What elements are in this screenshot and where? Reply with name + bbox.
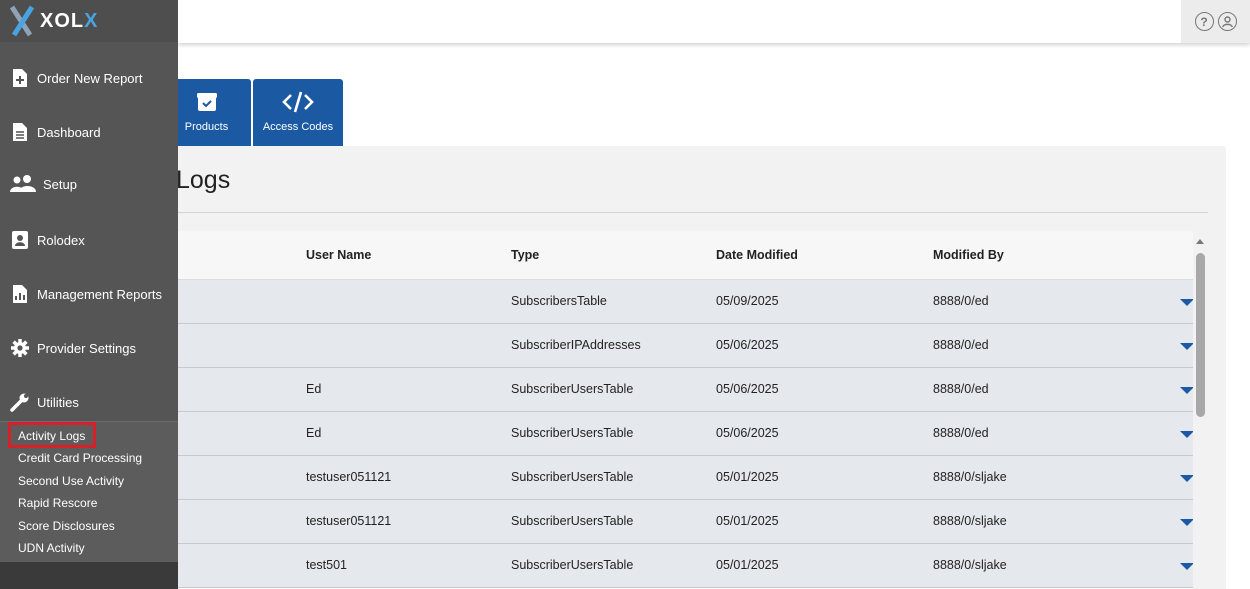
cell-type: SubscribersTable [511, 294, 607, 308]
xolx-logo[interactable]: XOLX [0, 0, 178, 42]
cell-type: SubscriberUsersTable [511, 558, 634, 572]
submenu-item-udn-activity[interactable]: UDN Activity [18, 541, 85, 555]
column-header-user-name[interactable]: User Name [306, 248, 371, 262]
sidebar-item-label: Dashboard [37, 124, 101, 140]
column-header-modified-by[interactable]: Modified By [933, 248, 1004, 262]
column-header-type[interactable]: Type [511, 248, 539, 262]
sidebar-item-label: Setup [43, 176, 77, 192]
sidebar-item-dashboard[interactable]: Dashboard [0, 105, 178, 159]
submenu-item-rapid-rescore[interactable]: Rapid Rescore [18, 496, 97, 510]
cell-user-name: testuser051121 [306, 514, 392, 528]
code-icon [282, 91, 314, 113]
expand-row-icon[interactable] [1180, 343, 1194, 350]
cell-type: SubscriberUsersTable [511, 382, 634, 396]
cell-type: SubscriberIPAddresses [511, 338, 641, 352]
cell-user-name: test501 [306, 558, 348, 572]
sidebar-item-label: Order New Report [37, 70, 143, 86]
column-header-date-modified[interactable]: Date Modified [716, 248, 798, 262]
file-plus-icon [9, 68, 31, 88]
sidebar: XOLX Order New Report Dashboard Setup Ro… [0, 0, 178, 589]
cell-modified-by: 8888/0/ed [933, 426, 989, 440]
expand-row-icon[interactable] [1180, 299, 1194, 306]
tab-label: Access Codes [262, 121, 334, 133]
sidebar-item-label: Rolodex [37, 232, 85, 248]
top-bar: ? [178, 0, 1250, 43]
cell-user-name: testuser051121 [306, 470, 392, 484]
cell-user-name: Ed [306, 382, 322, 396]
box-check-icon [196, 93, 217, 111]
cell-modified-by: 8888/0/ed [933, 382, 989, 396]
contact-card-icon [9, 230, 31, 250]
sidebar-item-label: Utilities [37, 394, 79, 410]
logo-mark-icon [10, 5, 34, 37]
sidebar-item-setup[interactable]: Setup [0, 157, 178, 211]
expand-row-icon[interactable] [1180, 563, 1194, 570]
table-row[interactable]: SubscribersTable 05/09/2025 8888/0/ed [178, 280, 1194, 324]
expand-row-icon[interactable] [1180, 387, 1194, 394]
cell-date-modified: 05/06/2025 [716, 338, 779, 352]
expand-row-icon[interactable] [1180, 475, 1194, 482]
table-scrollbar[interactable] [1193, 231, 1208, 589]
cell-modified-by: 8888/0/sljake [933, 514, 1007, 528]
gear-icon [9, 338, 31, 358]
help-icon[interactable]: ? [1194, 12, 1214, 31]
logo-text: XOLX [40, 9, 99, 32]
cell-user-name: Ed [306, 426, 322, 440]
table-row[interactable]: testuser051121 SubscriberUsersTable 05/0… [178, 500, 1194, 544]
expand-row-icon[interactable] [1180, 431, 1194, 438]
tab-label: Products [184, 121, 229, 133]
cell-date-modified: 05/01/2025 [716, 470, 779, 484]
cell-date-modified: 05/09/2025 [716, 294, 779, 308]
table-row[interactable]: test501 SubscriberUsersTable 05/01/2025 … [178, 544, 1194, 588]
table-row[interactable]: SubscriberIPAddresses 05/06/2025 8888/0/… [178, 324, 1194, 368]
tab-access-codes[interactable]: Access Codes [253, 79, 343, 147]
sidebar-item-provider-settings[interactable]: Provider Settings [0, 321, 178, 375]
sidebar-item-label: Management Reports [37, 286, 163, 302]
cell-modified-by: 8888/0/ed [933, 338, 989, 352]
table-row[interactable]: Ed SubscriberUsersTable 05/06/2025 8888/… [178, 412, 1194, 456]
table-row[interactable]: Ed SubscriberUsersTable 05/06/2025 8888/… [178, 368, 1194, 412]
cell-date-modified: 05/01/2025 [716, 558, 779, 572]
cell-modified-by: 8888/0/sljake [933, 470, 1007, 484]
wrench-icon [9, 392, 31, 412]
user-circle-icon[interactable] [1217, 12, 1237, 31]
sidebar-item-order-new-report[interactable]: Order New Report [0, 51, 178, 105]
users-icon [9, 175, 37, 193]
page-title: Logs [176, 166, 231, 194]
cell-modified-by: 8888/0/sljake [933, 558, 1007, 572]
table-row[interactable]: testuser051121 SubscriberUsersTable 05/0… [178, 456, 1194, 500]
sidebar-footer [0, 562, 178, 589]
expand-row-icon[interactable] [1180, 519, 1194, 526]
submenu-item-activity-logs[interactable]: Activity Logs [18, 429, 85, 443]
sidebar-item-rolodex[interactable]: Rolodex [0, 213, 178, 267]
sidebar-item-label: Provider Settings [37, 340, 136, 356]
logs-table: User Name Type Date Modified Modified By… [178, 231, 1194, 589]
cell-date-modified: 05/06/2025 [716, 426, 779, 440]
document-icon [9, 122, 31, 142]
cell-type: SubscriberUsersTable [511, 470, 634, 484]
table-header: User Name Type Date Modified Modified By [178, 231, 1193, 280]
title-divider [178, 212, 1208, 213]
topbar-actions: ? [1181, 0, 1250, 43]
cell-type: SubscriberUsersTable [511, 514, 634, 528]
cell-type: SubscriberUsersTable [511, 426, 634, 440]
submenu-item-credit-card-processing[interactable]: Credit Card Processing [18, 451, 142, 465]
cell-date-modified: 05/01/2025 [716, 514, 779, 528]
submenu-item-score-disclosures[interactable]: Score Disclosures [18, 519, 115, 533]
scrollbar-thumb[interactable] [1196, 253, 1205, 417]
cell-date-modified: 05/06/2025 [716, 382, 779, 396]
sidebar-item-management-reports[interactable]: Management Reports [0, 267, 178, 321]
scroll-up-arrow-icon[interactable] [1196, 239, 1204, 244]
cell-modified-by: 8888/0/ed [933, 294, 989, 308]
submenu-item-second-use-activity[interactable]: Second Use Activity [18, 474, 124, 488]
chart-report-icon [9, 284, 31, 304]
